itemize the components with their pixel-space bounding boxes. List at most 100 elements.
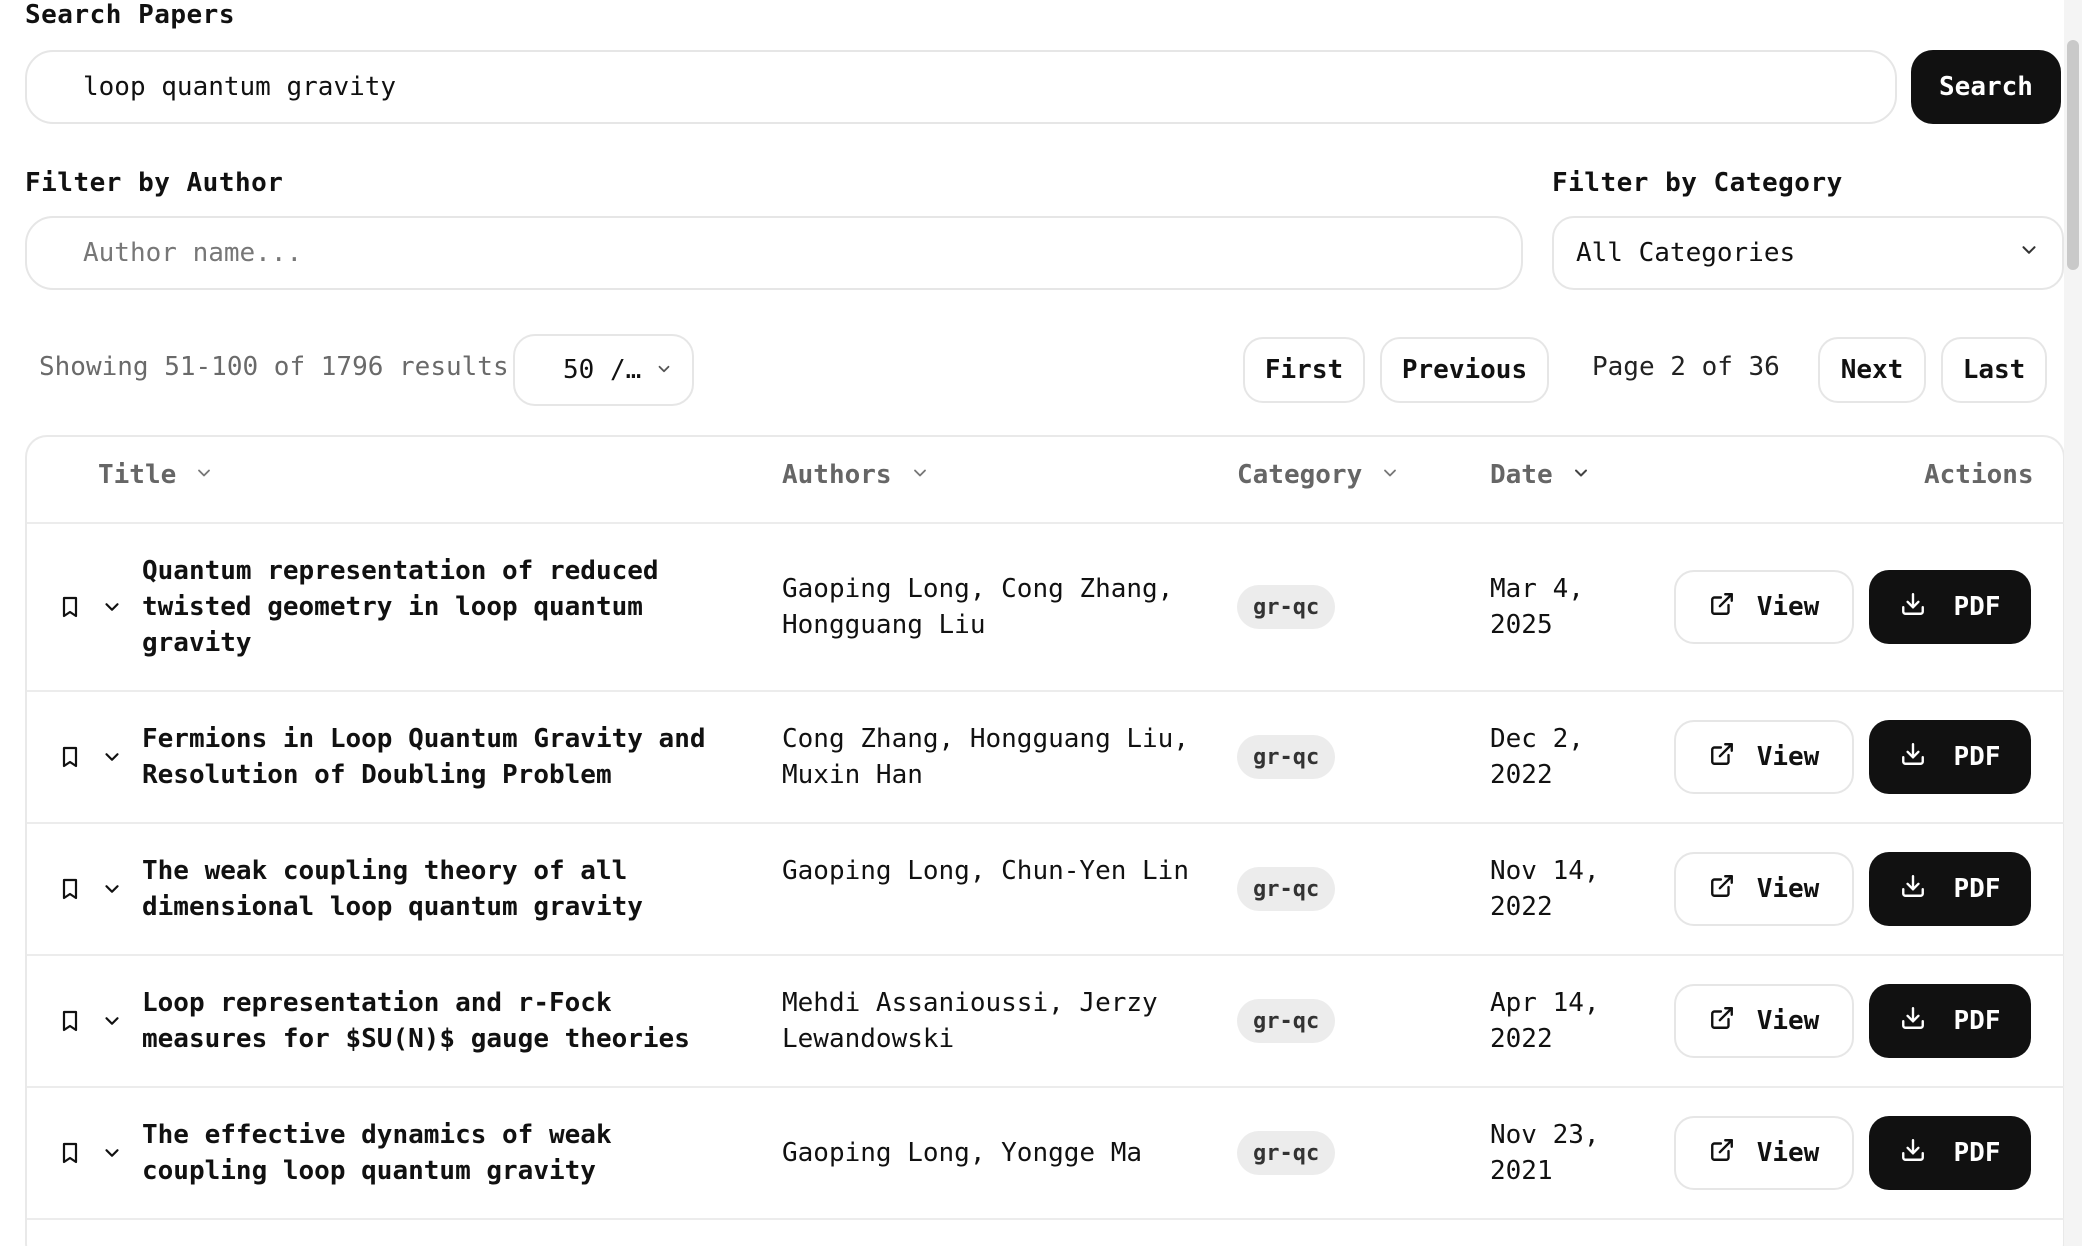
paper-title[interactable]: The weak coupling theory of all dimensio…: [142, 853, 742, 925]
download-icon: [1900, 1137, 1926, 1170]
page-indicator: Page 2 of 36: [1592, 352, 1780, 382]
paper-date: Mar 4, 2025: [1490, 574, 1584, 640]
expand-chevron-icon[interactable]: [97, 874, 127, 904]
paper-title[interactable]: Quantum representation of reduced twiste…: [142, 553, 742, 661]
paper-authors: Gaoping Long, Chun-Yen Lin: [782, 856, 1189, 886]
view-button-label: View: [1756, 1138, 1820, 1168]
view-button[interactable]: View: [1674, 720, 1854, 794]
paper-authors: Cong Zhang, Hongguang Liu, Muxin Han: [782, 724, 1189, 790]
paper-title[interactable]: Loop representation and r-Fock measures …: [142, 985, 742, 1057]
bookmark-icon[interactable]: [55, 592, 85, 622]
expand-chevron-icon[interactable]: [97, 1138, 127, 1168]
author-filter-label: Filter by Author: [25, 168, 284, 198]
row-divider: [27, 522, 2065, 524]
column-header-title-label: Title: [98, 460, 177, 490]
external-link-icon: [1709, 1137, 1735, 1170]
view-button[interactable]: View: [1674, 984, 1854, 1058]
per-page-select[interactable]: 50 /…: [513, 334, 694, 406]
view-button[interactable]: View: [1674, 570, 1854, 644]
category-badge: gr-qc: [1237, 999, 1336, 1043]
column-header-category[interactable]: Category: [1237, 460, 1400, 490]
paper-title[interactable]: The effective dynamics of weak coupling …: [142, 1117, 742, 1189]
expand-chevron-icon[interactable]: [97, 1006, 127, 1036]
external-link-icon: [1709, 1005, 1735, 1038]
scrollbar-thumb[interactable]: [2067, 40, 2079, 270]
pdf-download-button[interactable]: PDF: [1869, 1116, 2031, 1190]
search-label: Search Papers: [25, 0, 235, 30]
chevron-down-icon: [2018, 238, 2040, 268]
bookmark-icon[interactable]: [55, 874, 85, 904]
row-divider: [27, 690, 2065, 692]
view-button-label: View: [1756, 592, 1820, 622]
view-button-label: View: [1756, 1006, 1820, 1036]
pdf-download-button[interactable]: PDF: [1869, 852, 2031, 926]
chevron-down-icon: [655, 355, 673, 385]
view-button-label: View: [1756, 874, 1820, 904]
column-header-category-label: Category: [1237, 460, 1363, 490]
paper-date: Apr 14, 2022: [1490, 988, 1600, 1054]
column-header-date[interactable]: Date: [1490, 460, 1591, 490]
download-icon: [1900, 873, 1926, 906]
row-divider: [27, 1218, 2065, 1220]
download-icon: [1900, 591, 1926, 624]
bookmark-icon[interactable]: [55, 1138, 85, 1168]
category-badge: gr-qc: [1237, 1131, 1336, 1175]
author-filter-input[interactable]: [25, 216, 1523, 290]
paper-search-page: Search Papers Search Filter by Author Fi…: [0, 0, 2082, 1246]
column-header-title[interactable]: Title: [98, 460, 214, 490]
first-page-button[interactable]: First: [1243, 337, 1365, 403]
per-page-value: 50 /…: [563, 355, 642, 385]
row-divider: [27, 1086, 2065, 1088]
paper-date: Nov 23, 2021: [1490, 1120, 1600, 1186]
pdf-button-label: PDF: [1953, 1138, 2001, 1168]
paper-authors: Gaoping Long, Yongge Ma: [782, 1138, 1143, 1168]
external-link-icon: [1709, 873, 1735, 906]
download-icon: [1900, 741, 1926, 774]
search-button[interactable]: Search: [1911, 50, 2061, 124]
next-page-button[interactable]: Next: [1818, 337, 1926, 403]
row-divider: [27, 954, 2065, 956]
column-header-actions: Actions: [1924, 460, 2034, 490]
paper-title[interactable]: Fermions in Loop Quantum Gravity and Res…: [142, 721, 742, 793]
pdf-download-button[interactable]: PDF: [1869, 720, 2031, 794]
bookmark-icon[interactable]: [55, 1006, 85, 1036]
view-button[interactable]: View: [1674, 1116, 1854, 1190]
pdf-download-button[interactable]: PDF: [1869, 984, 2031, 1058]
external-link-icon: [1709, 741, 1735, 774]
previous-page-button[interactable]: Previous: [1380, 337, 1549, 403]
paper-authors: Mehdi Assanioussi, Jerzy Lewandowski: [782, 988, 1158, 1054]
category-badge: gr-qc: [1237, 867, 1336, 911]
expand-chevron-icon[interactable]: [97, 592, 127, 622]
pdf-button-label: PDF: [1953, 592, 2001, 622]
bookmark-icon[interactable]: [55, 742, 85, 772]
pdf-download-button[interactable]: PDF: [1869, 570, 2031, 644]
row-divider: [27, 822, 2065, 824]
category-select-value: All Categories: [1576, 238, 1796, 268]
chevron-down-icon: [1380, 460, 1400, 490]
pdf-button-label: PDF: [1953, 1006, 2001, 1036]
column-header-authors-label: Authors: [782, 460, 892, 490]
expand-chevron-icon[interactable]: [97, 742, 127, 772]
chevron-down-icon: [910, 460, 930, 490]
paper-authors: Gaoping Long, Cong Zhang, Hongguang Liu: [782, 574, 1174, 640]
chevron-down-icon: [194, 460, 214, 490]
category-filter-label: Filter by Category: [1552, 168, 1843, 198]
view-button[interactable]: View: [1674, 852, 1854, 926]
last-page-button[interactable]: Last: [1941, 337, 2047, 403]
column-header-authors[interactable]: Authors: [782, 460, 930, 490]
category-select[interactable]: All Categories: [1552, 216, 2064, 290]
chevron-down-icon: [1571, 460, 1591, 490]
external-link-icon: [1709, 591, 1735, 624]
download-icon: [1900, 1005, 1926, 1038]
category-badge: gr-qc: [1237, 585, 1336, 629]
pdf-button-label: PDF: [1953, 742, 2001, 772]
column-header-date-label: Date: [1490, 460, 1553, 490]
results-count: Showing 51-100 of 1796 results: [39, 352, 509, 382]
view-button-label: View: [1756, 742, 1820, 772]
paper-date: Dec 2, 2022: [1490, 724, 1584, 790]
paper-date: Nov 14, 2022: [1490, 856, 1600, 922]
pdf-button-label: PDF: [1953, 874, 2001, 904]
category-badge: gr-qc: [1237, 735, 1336, 779]
scrollbar[interactable]: [2064, 0, 2082, 1246]
search-input[interactable]: [25, 50, 1897, 124]
